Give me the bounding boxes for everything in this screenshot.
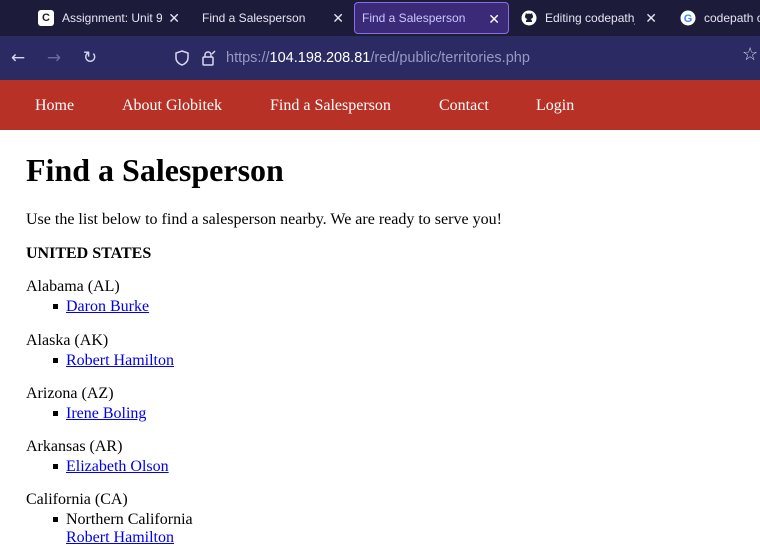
tab-codepath-google[interactable]: G codepath c xyxy=(672,2,760,34)
github-icon xyxy=(521,10,537,26)
tab-title: Assignment: Unit 9 xyxy=(62,11,162,25)
url-path: /red/public/territories.php xyxy=(370,50,530,66)
back-arrow-icon[interactable]: ← xyxy=(6,46,30,70)
salesperson-link[interactable]: Irene Boling xyxy=(66,405,146,423)
state-name: Alaska (AK) xyxy=(26,332,109,349)
list-bullet xyxy=(53,411,58,416)
tab-title: Editing codepath_2 xyxy=(545,11,635,25)
close-tab-icon[interactable]: ✕ xyxy=(488,11,500,27)
url-bar[interactable]: https://104.198.208.81/red/public/territ… xyxy=(165,40,760,76)
reload-icon[interactable]: ↻ xyxy=(78,46,102,70)
url-host: 104.198.208.81 xyxy=(269,50,371,66)
tab-find-salesperson-active[interactable]: Find a Salesperson ✕ xyxy=(354,2,509,34)
close-tab-icon[interactable]: ✕ xyxy=(168,10,180,26)
list-bullet xyxy=(53,464,58,469)
tab-title: codepath c xyxy=(704,11,760,25)
forward-arrow-icon[interactable]: → xyxy=(42,46,66,70)
page-title: Find a Salesperson xyxy=(26,152,284,188)
tab-find-salesperson[interactable]: Find a Salesperson ✕ xyxy=(188,2,352,34)
state-name: Alabama (AL) xyxy=(26,278,120,295)
nav-about[interactable]: About Globitek xyxy=(122,97,222,115)
state-name: Arkansas (AR) xyxy=(26,438,123,455)
close-tab-icon[interactable]: ✕ xyxy=(645,10,657,26)
list-bullet xyxy=(53,358,58,363)
list-bullet xyxy=(53,517,58,522)
nav-home[interactable]: Home xyxy=(35,97,74,115)
salesperson-link[interactable]: Robert Hamilton xyxy=(66,529,174,547)
tab-title: Find a Salesperson xyxy=(362,11,466,25)
codepath-icon: C xyxy=(38,10,54,26)
shield-icon[interactable] xyxy=(174,50,190,66)
url-scheme: https:// xyxy=(226,50,270,66)
tab-editing-codepath[interactable]: Editing codepath_2 ✕ xyxy=(513,2,665,34)
browser-tab-bar: C Assignment: Unit 9 ✕ Find a Salesperso… xyxy=(0,0,760,36)
site-nav: Home About Globitek Find a Salesperson C… xyxy=(0,80,760,130)
nav-contact[interactable]: Contact xyxy=(439,97,489,115)
browser-toolbar: ← → ↻ https://104.198.208.81/red/public/… xyxy=(0,36,760,80)
lock-icon[interactable] xyxy=(200,50,216,66)
tab-title: Find a Salesperson xyxy=(202,11,306,25)
nav-login[interactable]: Login xyxy=(536,97,574,115)
tab-assignment[interactable]: C Assignment: Unit 9 ✕ xyxy=(38,2,188,34)
close-tab-icon[interactable]: ✕ xyxy=(332,10,344,26)
google-icon: G xyxy=(680,10,696,26)
bookmark-star-icon[interactable]: ☆ xyxy=(742,44,760,65)
svg-text:G: G xyxy=(684,13,693,25)
country-heading: UNITED STATES xyxy=(26,245,152,262)
salesperson-link[interactable]: Daron Burke xyxy=(66,298,149,316)
nav-find-salesperson[interactable]: Find a Salesperson xyxy=(270,97,391,115)
state-name: California (CA) xyxy=(26,491,128,508)
state-name: Arizona (AZ) xyxy=(26,385,114,402)
intro-text: Use the list below to find a salesperson… xyxy=(26,211,502,228)
salesperson-link[interactable]: Robert Hamilton xyxy=(66,352,174,370)
region-name: Northern California xyxy=(66,511,193,528)
salesperson-link[interactable]: Elizabeth Olson xyxy=(66,458,169,476)
list-bullet xyxy=(53,304,58,309)
